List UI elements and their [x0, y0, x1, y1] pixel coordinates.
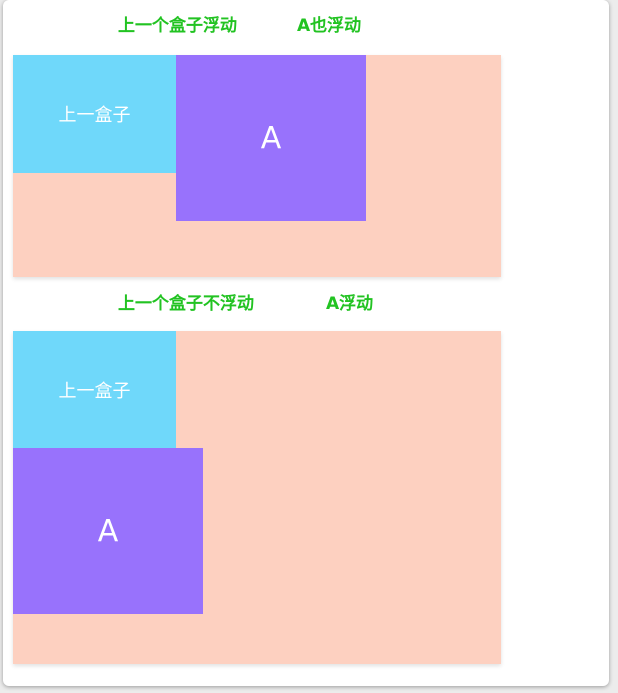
example2-prev-box-label: 上一盒子	[58, 380, 131, 402]
example1-caption-left: 上一个盒子浮动	[118, 16, 237, 36]
example1-box-a-label: A	[260, 120, 282, 156]
example1-container: 上一盒子 A	[13, 55, 501, 277]
example1-prev-box-label: 上一盒子	[58, 105, 131, 126]
example2-caption-right: A浮动	[326, 294, 374, 314]
example2-caption-left: 上一个盒子不浮动	[118, 294, 254, 314]
example1-prev-box: 上一盒子	[13, 55, 176, 173]
card: 上一个盒子浮动 A也浮动 上一盒子 A 上一个盒子不浮动 A浮动 上一盒子 A	[3, 0, 609, 686]
example2-box-a-label: A	[97, 513, 119, 549]
example1-box-a: A	[176, 55, 366, 221]
example1-caption-right: A也浮动	[297, 16, 362, 36]
example2-container: 上一盒子 A	[13, 331, 501, 664]
example2-box-a: A	[13, 448, 203, 614]
example2-prev-box: 上一盒子	[13, 331, 176, 448]
